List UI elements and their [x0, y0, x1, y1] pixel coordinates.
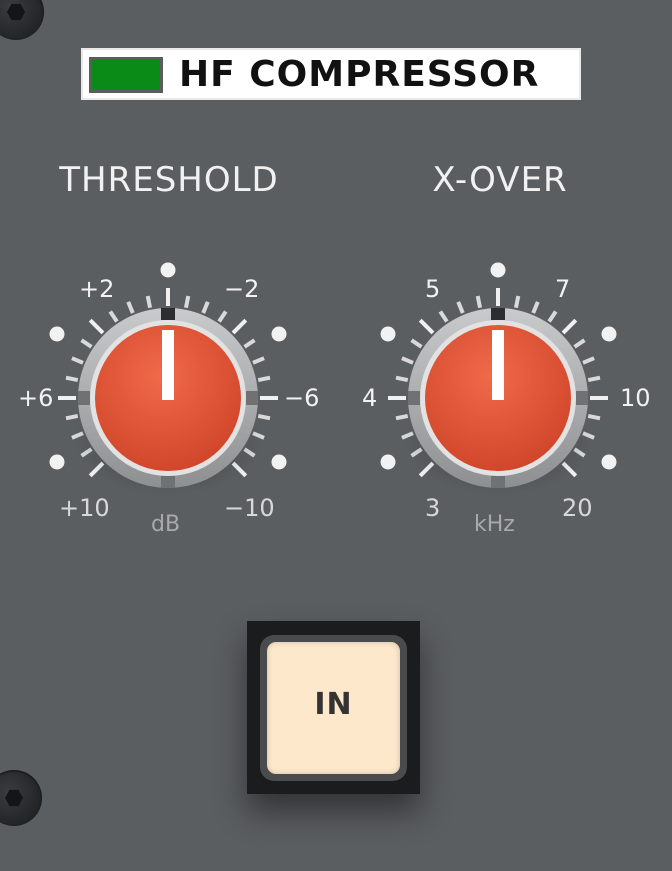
scale-dot [49, 326, 65, 342]
scale-tick [395, 413, 409, 421]
in-button-housing: IN [247, 621, 420, 794]
knob-notch [576, 391, 588, 405]
in-button-label: IN [314, 687, 353, 722]
xover-label-7: 7 [555, 275, 571, 303]
scale-tick [475, 295, 483, 309]
in-button-bezel: IN [260, 635, 407, 781]
scale-tick [257, 413, 271, 421]
xover-label-5: 5 [425, 275, 441, 303]
knob-notch [161, 308, 175, 320]
xover-label-4: 4 [362, 384, 378, 412]
xover-pointer [492, 330, 504, 400]
scale-tick [401, 356, 414, 365]
scale-tick [410, 338, 423, 349]
scale-dot [490, 262, 506, 278]
scale-tick [145, 295, 153, 309]
scale-dot [271, 326, 287, 342]
scale-dot [380, 326, 396, 342]
scale-tick [252, 356, 265, 365]
scale-tick [80, 338, 93, 349]
scale-tick [126, 301, 135, 314]
xover-unit: kHz [474, 512, 515, 537]
scale-tick [65, 375, 79, 383]
knob-notch [78, 391, 90, 405]
xover-knob[interactable] [380, 262, 617, 496]
scale-tick [561, 318, 578, 335]
threshold-unit: dB [151, 512, 181, 537]
scale-tick [231, 318, 248, 335]
scale-dot [601, 454, 617, 470]
scale-dot [49, 454, 65, 470]
knob-notch [491, 476, 505, 488]
threshold-label-plus10: +10 [59, 494, 110, 522]
scale-tick [438, 310, 449, 323]
knob-notch [246, 391, 258, 405]
scale-dot [601, 326, 617, 342]
scale-tick [108, 310, 119, 323]
threshold-label-minus2: −2 [224, 275, 260, 303]
threshold-pointer [162, 330, 174, 400]
threshold-label-minus10: −10 [224, 494, 275, 522]
scale-tick [183, 295, 191, 309]
scale-tick [547, 310, 558, 323]
scale-tick [531, 301, 540, 314]
scale-tick [65, 413, 79, 421]
knob-notch [491, 308, 505, 320]
plugin-panel: HF COMPRESSOR THRESHOLD X-OVER +2 −2 +6 … [0, 0, 672, 871]
xover-label-3: 3 [425, 494, 441, 522]
threshold-label-plus2: +2 [79, 275, 115, 303]
xover-label-20: 20 [562, 494, 593, 522]
threshold-label-plus6: +6 [18, 384, 54, 412]
scale-tick [582, 356, 595, 365]
scale-dot [160, 262, 176, 278]
threshold-label-minus6: −6 [284, 384, 320, 412]
scale-tick [456, 301, 465, 314]
scale-tick [513, 295, 521, 309]
scale-tick [217, 310, 228, 323]
scale-tick [71, 356, 84, 365]
xover-label-10: 10 [620, 384, 651, 412]
scale-tick [88, 318, 105, 335]
in-button[interactable]: IN [267, 642, 400, 774]
knob-notch [161, 476, 175, 488]
scale-tick [257, 375, 271, 383]
scale-dot [380, 454, 396, 470]
scale-tick [201, 301, 210, 314]
scale-tick [243, 338, 256, 349]
scale-tick [573, 338, 586, 349]
scale-tick [395, 375, 409, 383]
scale-dot [271, 454, 287, 470]
scale-tick [587, 413, 601, 421]
knob-notch [408, 391, 420, 405]
scale-tick [418, 318, 435, 335]
scale-tick [587, 375, 601, 383]
